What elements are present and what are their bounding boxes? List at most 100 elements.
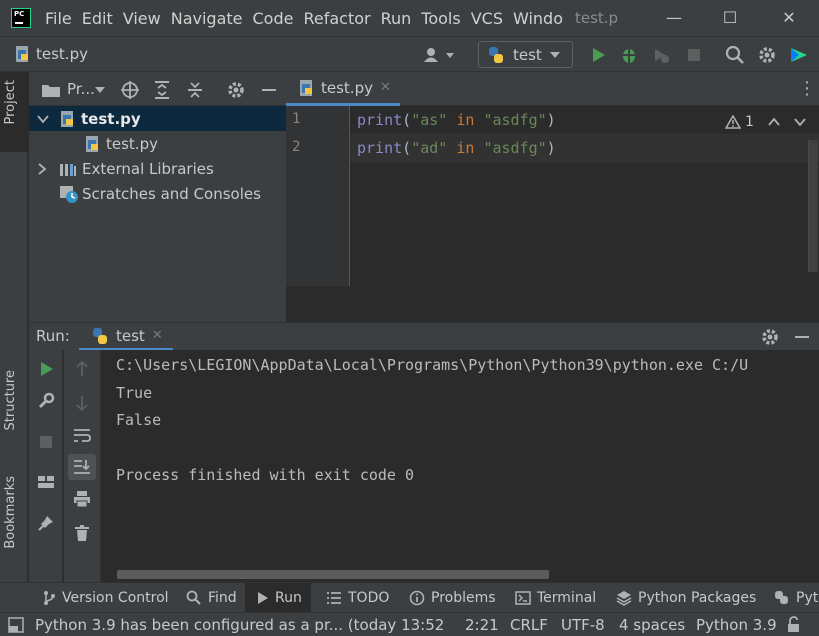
menu-bar: PC File Edit View Navigate Code Refactor… — [0, 0, 819, 36]
arrow-up-icon[interactable] — [74, 360, 90, 378]
soft-wrap-icon[interactable] — [72, 426, 92, 444]
more-options-icon[interactable]: ⋮ — [798, 78, 816, 99]
run-console-output[interactable]: C:\Users\LEGION\AppData\Local\Programs\P… — [101, 350, 819, 582]
settings-icon[interactable] — [757, 45, 777, 65]
chevron-down-icon[interactable] — [95, 86, 105, 94]
tab-version-control[interactable]: Version Control — [42, 583, 169, 613]
stop-icon[interactable] — [38, 434, 54, 450]
menu-window[interactable]: Windo — [513, 9, 563, 28]
console-line: Process finished with exit code 0 — [116, 466, 415, 484]
caret-position[interactable]: 2:21 — [465, 616, 499, 634]
collapse-all-icon[interactable] — [185, 80, 205, 100]
tab-terminal[interactable]: Terminal — [515, 583, 596, 613]
pin-icon[interactable] — [37, 514, 55, 532]
arrow-down-icon[interactable] — [74, 394, 90, 412]
expand-all-icon[interactable] — [152, 80, 172, 100]
run-configuration-select[interactable]: test — [478, 41, 573, 68]
layers-icon — [616, 591, 632, 606]
structure-stripe-label[interactable]: Structure — [3, 370, 18, 430]
tree-item-label: External Libraries — [82, 159, 214, 178]
hide-icon[interactable] — [792, 327, 812, 347]
window-title: test.p — [574, 9, 619, 27]
debug-icon[interactable] — [619, 45, 639, 65]
code-string: "ad" — [411, 139, 448, 157]
lock-icon[interactable] — [787, 616, 801, 633]
python-file-icon — [86, 135, 98, 152]
bottom-tool-tabs: Version Control Find Run TODO Problems T… — [0, 582, 819, 613]
tool-windows-icon[interactable] — [8, 617, 24, 633]
editor-tab-bar: test.py ✕ ⋮ — [286, 72, 819, 106]
python-file-icon — [61, 110, 73, 127]
menu-vcs[interactable]: VCS — [471, 9, 503, 28]
tree-item-label: test.py — [106, 134, 158, 153]
library-icon — [60, 163, 76, 176]
search-icon[interactable] — [725, 45, 745, 65]
menu-edit[interactable]: Edit — [82, 9, 113, 28]
code-line: print("as" in "asdfg") — [357, 111, 556, 129]
code-editor[interactable]: print("as" in "asdfg") print("ad" in "as… — [350, 106, 819, 286]
wrench-icon[interactable] — [37, 392, 55, 410]
python-file-icon — [300, 79, 312, 96]
locate-icon[interactable] — [120, 80, 140, 100]
tab-python-packages[interactable]: Python Packages — [616, 583, 756, 613]
tab-todo[interactable]: TODO — [326, 583, 389, 613]
minimize-icon[interactable]: — — [662, 6, 686, 30]
tree-item-external-libraries[interactable]: External Libraries — [29, 156, 286, 181]
tool-window-project-tab[interactable]: Project — [0, 72, 28, 152]
tab-find[interactable]: Find — [186, 583, 237, 613]
project-view-select[interactable]: Pr... — [67, 80, 95, 98]
stop-icon[interactable] — [684, 45, 704, 65]
project-panel-header: Pr... — [29, 72, 286, 106]
scroll-to-end-toggle[interactable] — [68, 454, 96, 480]
gear-icon[interactable] — [760, 327, 780, 347]
chevron-down-icon[interactable] — [794, 117, 806, 127]
file-encoding[interactable]: UTF-8 — [561, 616, 605, 634]
close-tab-icon[interactable]: ✕ — [152, 328, 163, 343]
line-separator[interactable]: CRLF — [510, 616, 548, 634]
indent-setting[interactable]: 4 spaces — [619, 616, 685, 634]
menu-file[interactable]: File — [45, 9, 72, 28]
status-message[interactable]: Python 3.9 has been configured as a pr..… — [35, 616, 444, 634]
rerun-icon[interactable] — [37, 360, 55, 378]
tree-item-scratches[interactable]: Scratches and Consoles — [29, 181, 286, 206]
inspection-widget[interactable]: 1 — [725, 114, 806, 130]
jetbrains-toolbox-icon[interactable] — [789, 45, 809, 65]
user-icon[interactable] — [422, 47, 456, 63]
code-line: print("ad" in "asdfg") — [357, 139, 556, 157]
tab-python-console[interactable]: Pyth — [774, 583, 819, 613]
close-window-icon[interactable]: ✕ — [777, 6, 801, 30]
menu-run[interactable]: Run — [381, 9, 412, 28]
hide-icon[interactable] — [259, 80, 279, 100]
run-icon[interactable] — [588, 45, 608, 65]
editor-vertical-scrollbar[interactable] — [808, 140, 818, 272]
gear-icon[interactable] — [226, 80, 246, 100]
print-icon[interactable] — [72, 490, 92, 508]
code-string: "asdfg" — [483, 111, 547, 129]
trash-icon[interactable] — [73, 524, 91, 542]
python-interpreter[interactable]: Python 3.9 — [696, 616, 777, 634]
breadcrumb[interactable]: test.py — [14, 45, 88, 63]
tab-problems[interactable]: Problems — [409, 583, 496, 613]
run-toolbar-primary — [29, 350, 63, 582]
bookmarks-stripe-label[interactable]: Bookmarks — [3, 476, 18, 549]
menu-view[interactable]: View — [123, 9, 161, 28]
maximize-icon[interactable]: ☐ — [718, 6, 742, 30]
console-horizontal-scrollbar[interactable] — [117, 570, 549, 579]
menu-code[interactable]: Code — [253, 9, 294, 28]
layout-icon[interactable] — [37, 474, 55, 490]
menu-tools[interactable]: Tools — [421, 9, 460, 28]
close-tab-icon[interactable]: ✕ — [380, 80, 391, 95]
profile-icon[interactable] — [651, 45, 671, 65]
tab-run[interactable]: Run — [245, 583, 311, 613]
navigation-bar: test.py test — [0, 36, 819, 72]
menu-navigate[interactable]: Navigate — [171, 9, 243, 28]
tree-item-file[interactable]: test.py — [29, 131, 286, 156]
editor-tab-test-py[interactable]: test.py ✕ — [286, 72, 400, 106]
menu-refactor[interactable]: Refactor — [303, 9, 370, 28]
project-panel: Pr... test.py test.py External Libraries… — [29, 72, 286, 322]
tree-item-root[interactable]: test.py — [29, 106, 286, 131]
tree-item-label: test.py — [81, 109, 141, 128]
tree-item-label: Scratches and Consoles — [82, 184, 261, 203]
chevron-up-icon[interactable] — [768, 117, 780, 127]
run-tab-test[interactable]: test ✕ — [79, 323, 173, 351]
